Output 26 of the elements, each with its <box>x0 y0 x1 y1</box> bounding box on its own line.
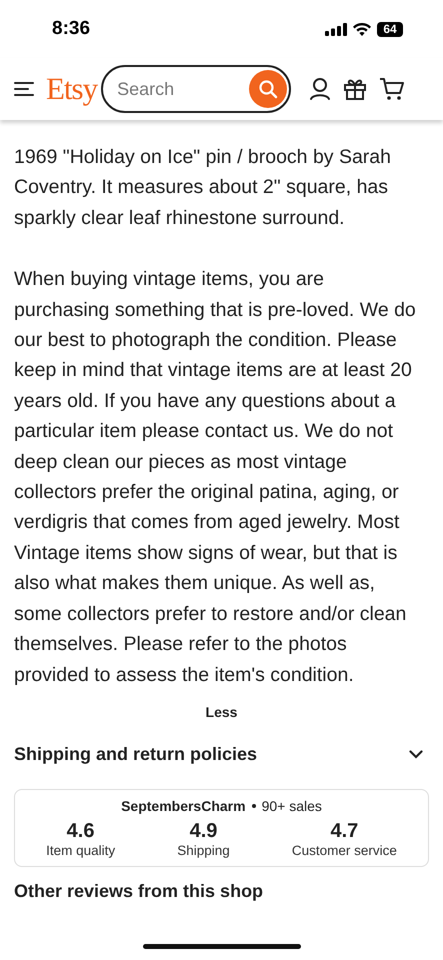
rating-value: 4.6 <box>66 820 94 843</box>
battery-percent: 64 <box>383 23 397 35</box>
gift-icon[interactable] <box>343 77 368 101</box>
description-paragraph: 1969 "Holiday on Ice" pin / brooch by Sarah Coventry. It measures about 2" square, has sparkly clear leaf rhinestone surround. <box>14 145 392 231</box>
shipping-policies-toggle[interactable]: Shipping and return policies <box>14 744 429 765</box>
wifi-icon <box>353 22 371 36</box>
clock-time: 8:36 <box>52 18 90 40</box>
search-input[interactable]: Search <box>117 78 250 100</box>
rating-label: Item quality <box>46 842 116 858</box>
cart-icon[interactable] <box>379 77 406 101</box>
less-link[interactable]: Less <box>206 704 238 720</box>
search-icon <box>258 79 278 99</box>
search-field[interactable]: Search <box>101 65 292 113</box>
shop-name[interactable]: SeptembersCharm <box>121 798 246 814</box>
rating-value: 4.7 <box>330 820 358 843</box>
description-paragraph: When buying vintage items, you are purchasing something that is pre-loved. We do our best to photograph the condition. Please keep in mind that vintage items are at least 20 years old. If you have any questions about a particular item please contact us. We do not deep clean our pieces as most vintage collectors prefer the original patina, aging, or verdigris that comes from aged jewelry. Most Vintage items show signs of wear, but that is also what makes them unique. As well as, some collectors prefer to restore and/or clean themselves. Please refer to the photos provided to assess the item's condition. <box>14 267 417 688</box>
rating-label: Customer service <box>292 842 397 858</box>
search-button[interactable] <box>249 70 288 108</box>
sales-count: 90+ sales <box>262 798 322 814</box>
menu-icon[interactable] <box>14 81 34 97</box>
rating-value: 4.9 <box>190 820 218 843</box>
signal-icon <box>325 22 347 36</box>
rating-label: Shipping <box>177 842 230 858</box>
separator-dot <box>252 804 256 808</box>
section-heading: Other reviews from this shop <box>14 880 264 902</box>
account-icon[interactable] <box>309 77 332 101</box>
